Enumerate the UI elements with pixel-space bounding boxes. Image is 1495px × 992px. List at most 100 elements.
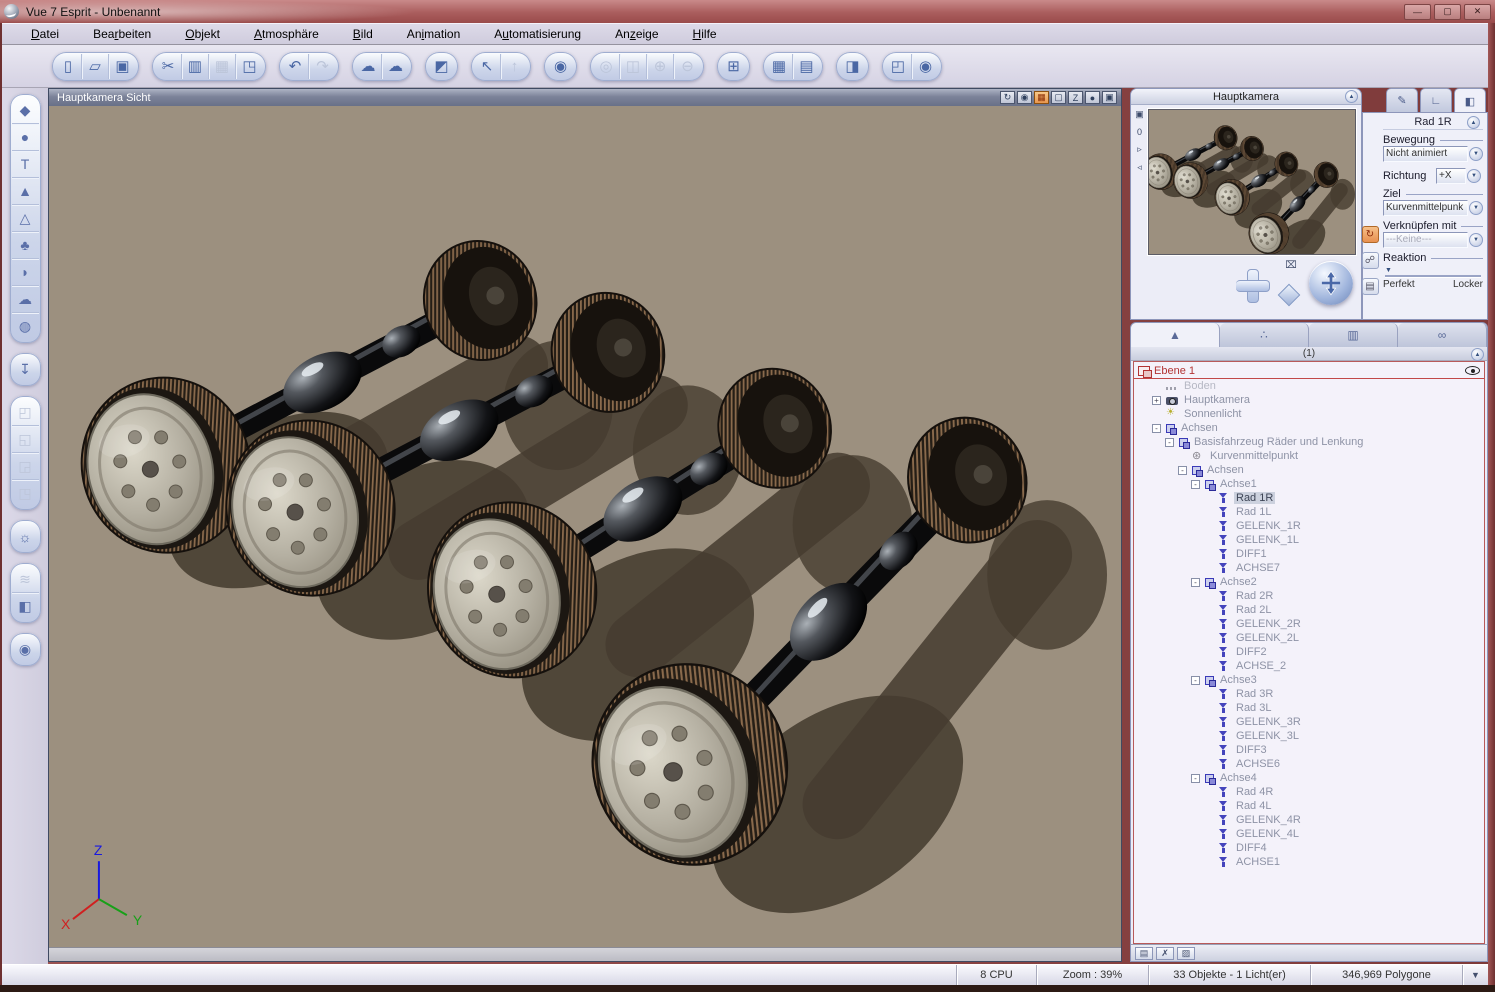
render-camera-button[interactable]: ◉	[912, 54, 939, 79]
delete-button[interactable]: ✗	[1156, 946, 1174, 960]
zoom-diamond-button[interactable]	[1277, 283, 1301, 307]
open-scene-button[interactable]: ▱	[82, 53, 109, 79]
menu-hilfe[interactable]: Hilfe	[676, 23, 734, 44]
animation-setup-button[interactable]: ◨	[839, 54, 866, 79]
tree-item-boden[interactable]: Boden	[1134, 379, 1484, 393]
tab-collections[interactable]: ▥	[1309, 323, 1398, 347]
cloud-layer-tool[interactable]: ≋	[11, 566, 39, 593]
edit-atmosphere-button[interactable]: ☁	[355, 53, 382, 79]
reaktion-slider[interactable]: ▼ Perfekt Locker	[1383, 267, 1483, 290]
titlebar[interactable]: Vue 7 Esprit - Unbenannt — ▢ ✕	[0, 0, 1495, 23]
sphere-tool[interactable]: ●	[11, 124, 39, 151]
menu-bild[interactable]: Bild	[336, 23, 390, 44]
rock-tool[interactable]: ◗	[11, 259, 39, 286]
load-atmosphere-button[interactable]: ☁	[382, 54, 409, 79]
tree-item-gelenk-2r[interactable]: GELENK_2R	[1134, 617, 1484, 631]
camera-preview-image[interactable]	[1148, 109, 1356, 255]
tree-item-gelenk-3r[interactable]: GELENK_3R	[1134, 715, 1484, 729]
cut-button[interactable]: ✂	[155, 53, 182, 79]
render-options-button[interactable]: ◰	[885, 53, 912, 79]
tree-expander[interactable]: -	[1191, 577, 1200, 587]
save-camera-view-icon[interactable]: ▣	[1135, 109, 1144, 120]
status-more-button[interactable]: ▼	[1462, 965, 1488, 985]
viewport-3d-canvas[interactable]: Z X Y	[49, 106, 1121, 947]
trackball-button[interactable]	[1309, 261, 1353, 305]
tree-item-achse-2[interactable]: ACHSE_2	[1134, 659, 1484, 673]
tree-item-gelenk-2l[interactable]: GELENK_2L	[1134, 631, 1484, 645]
object-group-tool[interactable]: ◧	[12, 593, 39, 620]
light-tool[interactable]: ☼	[12, 523, 39, 550]
tree-item-gelenk-1l[interactable]: GELENK_1L	[1134, 533, 1484, 547]
camera-tool[interactable]: ◉	[12, 636, 39, 663]
character-tool[interactable]: ◰	[11, 399, 39, 426]
render-button[interactable]: ▦	[766, 53, 793, 79]
tree-item-gelenk-4r[interactable]: GELENK_4R	[1134, 813, 1484, 827]
vehicle-tool[interactable]: ◳	[12, 480, 39, 507]
save-scene-button[interactable]: ▣	[109, 54, 136, 79]
tab-materials[interactable]: ∴	[1220, 323, 1309, 347]
primitives-tool[interactable]: ◆	[11, 97, 39, 124]
menu-objekt[interactable]: Objekt	[168, 23, 237, 44]
tree-item-diff1[interactable]: DIFF1	[1134, 547, 1484, 561]
object-properties-button[interactable]: ◩	[428, 54, 455, 79]
camera-counter[interactable]: 0	[1137, 127, 1142, 137]
zoom-out-button[interactable]: ⊖	[674, 54, 701, 79]
collapse-properties-button[interactable]: ▲	[1467, 116, 1480, 129]
menu-bearbeiten[interactable]: Bearbeiten	[76, 23, 168, 44]
next-camera-icon[interactable]: ▹	[1137, 144, 1142, 155]
display-wireframe-icon[interactable]: Z	[1068, 91, 1083, 104]
tree-item-diff3[interactable]: DIFF3	[1134, 743, 1484, 757]
maximize-button[interactable]: ▢	[1434, 3, 1461, 20]
attach-icon[interactable]: ☍	[1361, 252, 1379, 269]
zoom-region-button[interactable]: ◎	[593, 53, 620, 79]
tree-expander[interactable]: -	[1152, 423, 1161, 433]
tree-item-achse6[interactable]: ACHSE6	[1134, 757, 1484, 771]
zoom-selection-button[interactable]: ◫	[620, 53, 647, 79]
display-flat-icon[interactable]: ▢	[1051, 91, 1066, 104]
tree-item-rad-4r[interactable]: Rad 4R	[1134, 785, 1484, 799]
tree-item-achsen-2[interactable]: - Achsen	[1134, 463, 1484, 477]
tree-item-kurvenmittelpunkt[interactable]: Kurvenmittelpunkt	[1134, 449, 1484, 463]
layer-options-button[interactable]: ▨	[1177, 946, 1195, 960]
ziel-dropdown[interactable]: Kurvenmittelpunk ▼	[1383, 200, 1483, 216]
menu-animation[interactable]: Animation	[390, 23, 477, 44]
collapse-tree-button[interactable]: ▲	[1471, 348, 1484, 361]
tree-item-achse4[interactable]: - Achse4	[1134, 771, 1484, 785]
edit-object-alt-button[interactable]: ↑	[501, 54, 528, 79]
tab-paint[interactable]: ✎	[1386, 88, 1418, 112]
tree-item-rad-2l[interactable]: Rad 2L	[1134, 603, 1484, 617]
edit-object-tool-button[interactable]: ↖	[474, 53, 501, 79]
tree-expander[interactable]: -	[1191, 479, 1200, 489]
tree-item-diff2[interactable]: DIFF2	[1134, 645, 1484, 659]
undo-button[interactable]: ↶	[282, 53, 309, 79]
menu-anzeige[interactable]: Anzeige	[598, 23, 675, 44]
display-textured-icon[interactable]: ▦	[1034, 91, 1049, 104]
motion-link-icon[interactable]: ↻	[1361, 226, 1379, 243]
tree-item-rad-1l[interactable]: Rad 1L	[1134, 505, 1484, 519]
menu-atmosphaere[interactable]: Atmosphäre	[237, 23, 336, 44]
tree-expander[interactable]: -	[1191, 773, 1200, 783]
tree-item-achse2[interactable]: - Achse2	[1134, 575, 1484, 589]
load-object-tool[interactable]: ↧	[12, 356, 39, 383]
richtung-dropdown[interactable]: +X ▼	[1436, 168, 1483, 184]
tree-item-rad-4l[interactable]: Rad 4L	[1134, 799, 1484, 813]
minimize-button[interactable]: —	[1404, 3, 1431, 20]
close-button[interactable]: ✕	[1464, 3, 1491, 20]
tree-item-diff4[interactable]: DIFF4	[1134, 841, 1484, 855]
camera-panel-titlebar[interactable]: Hauptkamera ▲	[1131, 89, 1361, 105]
save-view-icon[interactable]: ▣	[1102, 91, 1117, 104]
tree-expander[interactable]: -	[1191, 675, 1200, 685]
verknuepfen-dropdown[interactable]: ---Keine--- ▼	[1383, 232, 1483, 248]
tree-item-gelenk-4l[interactable]: GELENK_4L	[1134, 827, 1484, 841]
camera-settings-icon[interactable]: ◉	[1017, 91, 1032, 104]
layer-row[interactable]: Ebene 1	[1134, 363, 1484, 379]
tree-item-basisfahrzeug[interactable]: - Basisfahrzeug Räder und Lenkung	[1134, 435, 1484, 449]
tab-aspect[interactable]: ◧	[1454, 88, 1486, 113]
tree-item-gelenk-1r[interactable]: GELENK_1R	[1134, 519, 1484, 533]
tree-item-rad-3l[interactable]: Rad 3L	[1134, 701, 1484, 715]
tree-item-hauptkamera[interactable]: + Hauptkamera	[1134, 393, 1484, 407]
render-to-disk-button[interactable]: ▤	[793, 54, 820, 79]
zoom-in-button[interactable]: ⊕	[647, 53, 674, 79]
terrain-tool[interactable]: ▲	[11, 178, 39, 205]
add-layer-button[interactable]: ▤	[1135, 946, 1153, 960]
